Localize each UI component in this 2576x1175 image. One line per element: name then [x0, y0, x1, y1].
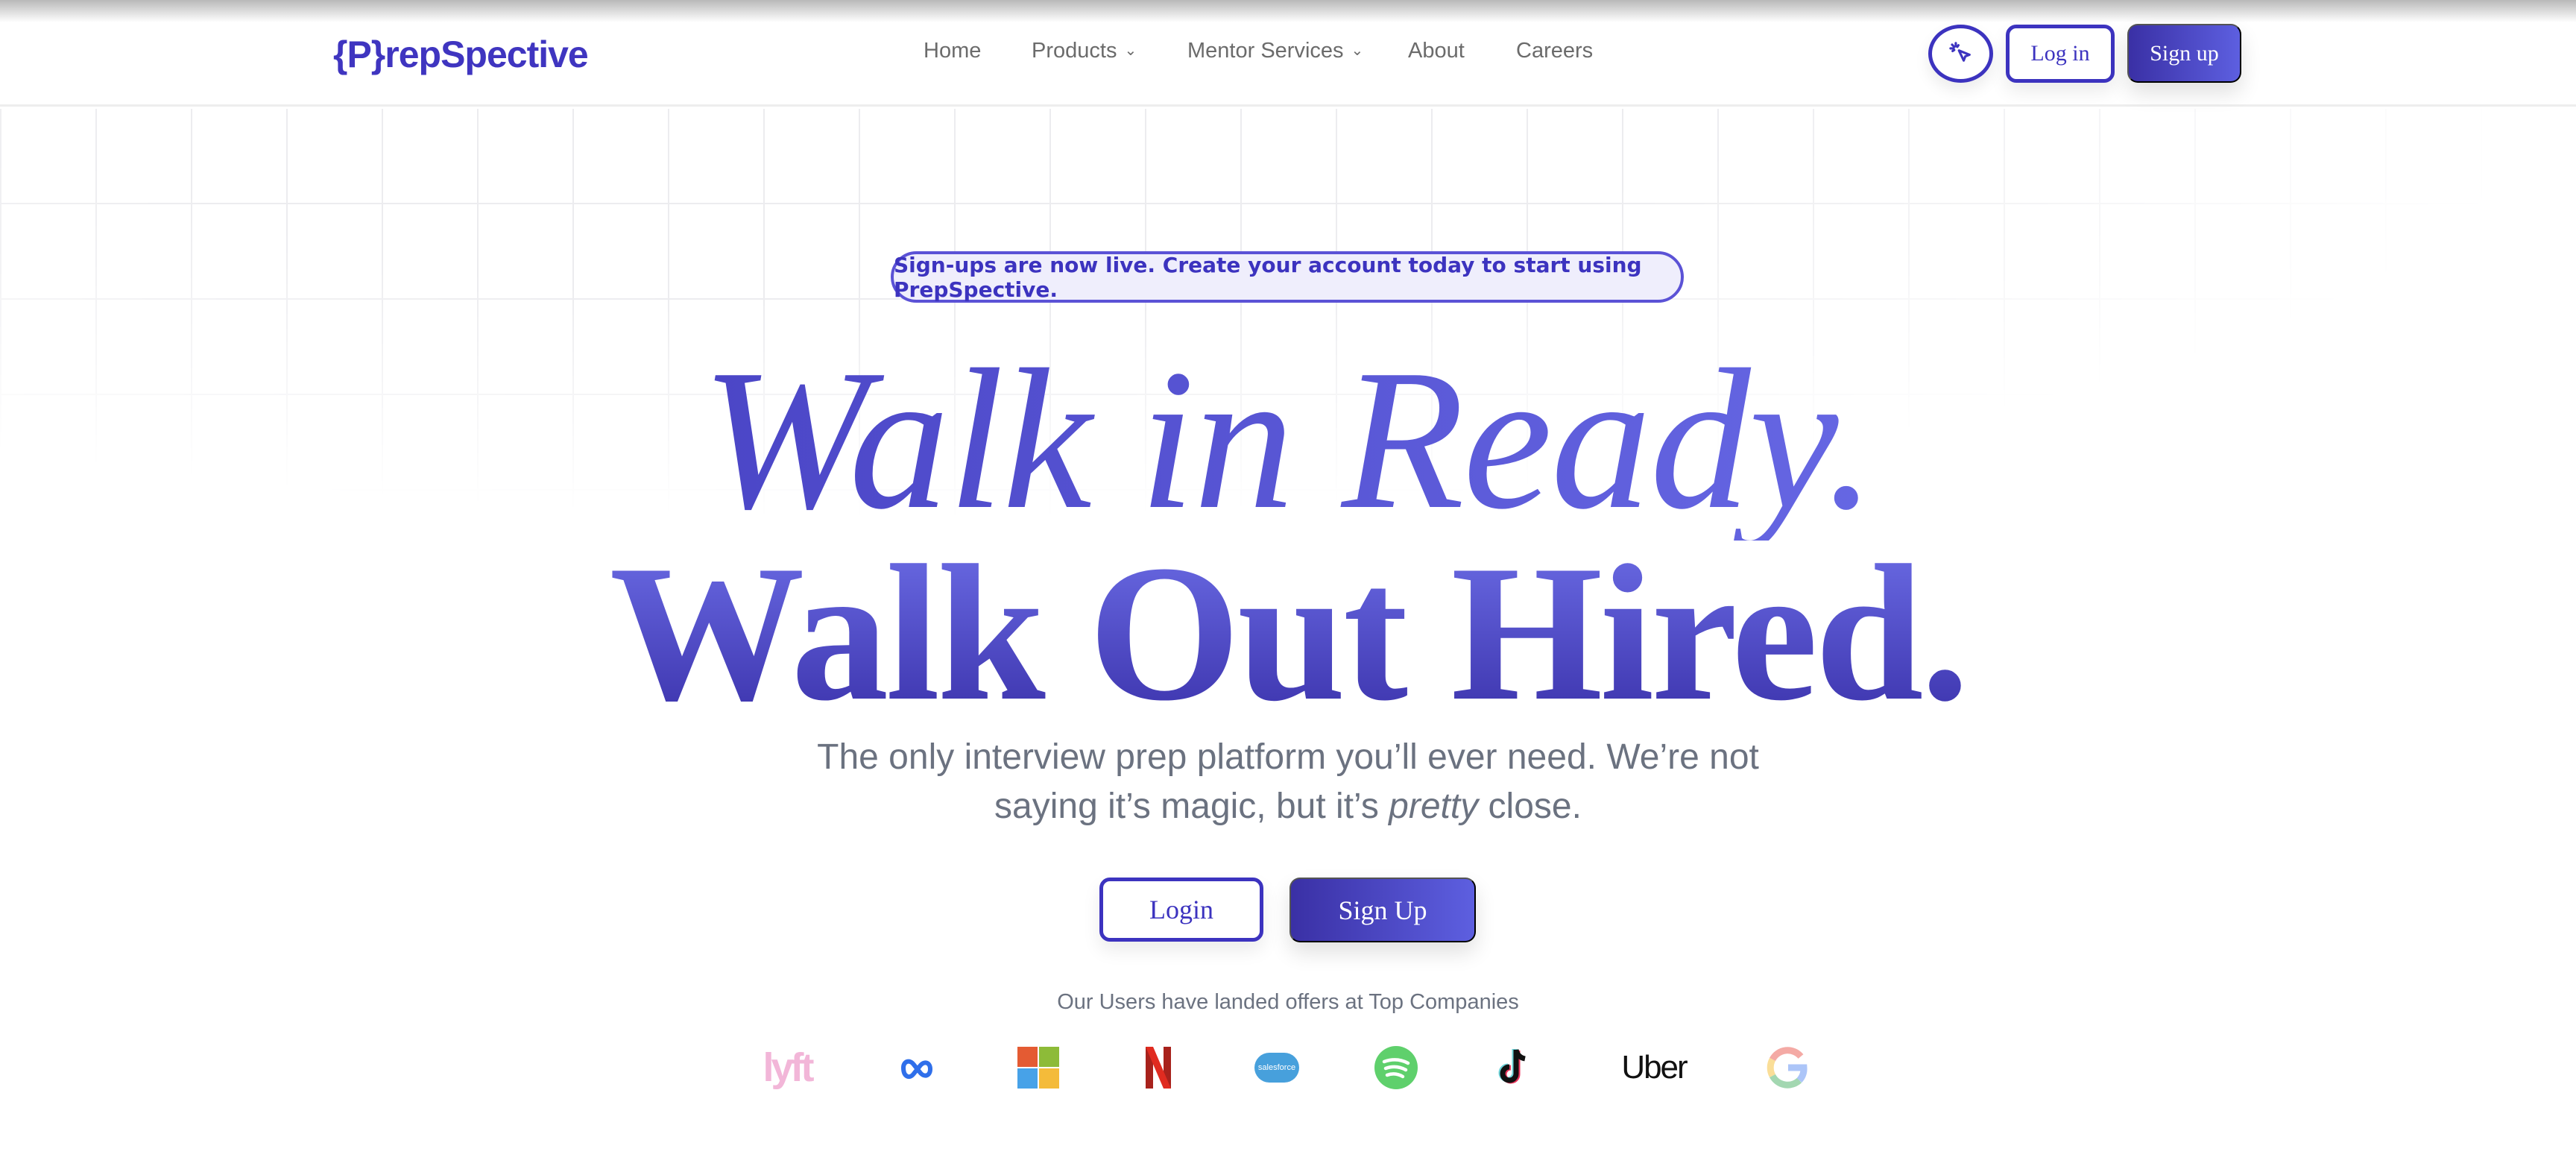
netflix-logo-icon — [1134, 1044, 1183, 1091]
companies-caption: Our Users have landed offers at Top Comp… — [1057, 990, 1519, 1014]
spotify-logo-icon — [1371, 1044, 1421, 1091]
subtitle-text: close. — [1478, 787, 1582, 826]
brand-logo[interactable]: {P}repSpective — [333, 33, 589, 76]
tiktok-logo-icon — [1491, 1044, 1541, 1091]
hero-login-button[interactable]: Login — [1099, 878, 1263, 942]
uber-wordmark: Uber — [1621, 1049, 1688, 1086]
salesforce-logo-icon: salesforce — [1252, 1044, 1301, 1091]
lyft-logo-icon: lyft — [763, 1044, 815, 1091]
header-login-button[interactable]: Log in — [2006, 25, 2115, 83]
meta-logo-icon — [895, 1044, 944, 1091]
salesforce-wordmark: salesforce — [1254, 1053, 1299, 1083]
cursor-click-icon — [1948, 42, 1971, 62]
subtitle-emphasis: pretty — [1389, 787, 1479, 826]
hero-title-line1: Walk in Ready. — [0, 339, 2576, 541]
hero-title-line2: Walk Out Hired. — [0, 535, 2576, 731]
nav-about[interactable]: About — [1408, 39, 1465, 63]
nav-mentor-services[interactable]: Mentor Services ⌄ — [1187, 39, 1363, 63]
nav-products[interactable]: Products ⌄ — [1032, 39, 1137, 63]
uber-logo-icon: Uber — [1613, 1044, 1695, 1091]
microsoft-logo-icon — [1014, 1044, 1063, 1091]
nav-home[interactable]: Home — [924, 39, 981, 63]
hero-subtitle: The only interview prep platform you’ll … — [0, 733, 2576, 831]
chevron-down-icon: ⌄ — [1124, 42, 1137, 59]
hero-signup-button[interactable]: Sign Up — [1289, 878, 1476, 942]
subtitle-text: saying it’s magic, but it’s — [994, 787, 1389, 826]
announcement-banner[interactable]: Sign-ups are now live. Create your accou… — [891, 251, 1684, 303]
chevron-down-icon: ⌄ — [1351, 42, 1364, 59]
cursor-effect-button[interactable] — [1928, 25, 1993, 83]
site-header: {P}repSpective Home Products ⌄ Mentor Ser… — [0, 0, 2576, 107]
nav-careers[interactable]: Careers — [1516, 39, 1593, 63]
google-logo-icon — [1763, 1044, 1812, 1091]
header-signup-button[interactable]: Sign up — [2127, 24, 2241, 83]
nav-mentor-label: Mentor Services — [1187, 39, 1344, 63]
lyft-wordmark: lyft — [763, 1045, 815, 1090]
subtitle-text: The only interview prep platform you’ll … — [817, 737, 1759, 777]
nav-products-label: Products — [1032, 39, 1117, 63]
